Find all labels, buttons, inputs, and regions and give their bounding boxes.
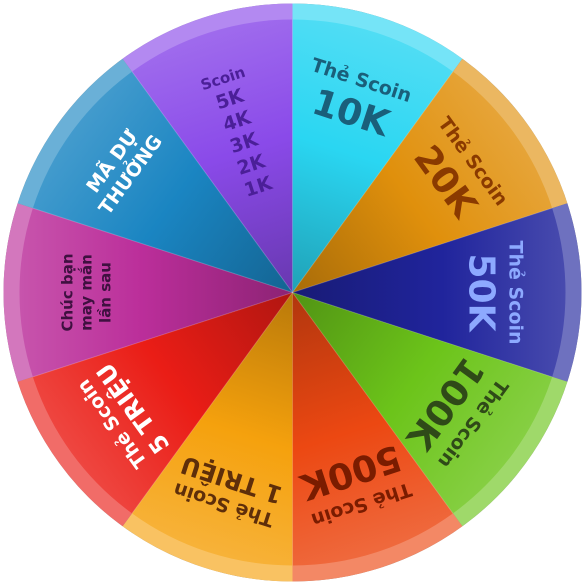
segment-text: Thẻ Scoin [504,240,526,344]
prize-wheel[interactable]: Thẻ Scoin 10K Thẻ Scoin 20K Thẻ Scoin 50K Thẻ … [0,0,585,585]
segment-label-the-scoin-50k: Thẻ Scoin50K [460,240,526,344]
segment-text: 50K [460,254,501,333]
segment-text: Chúc bạn [59,253,77,331]
segment-text: may mắn [77,254,96,331]
segment-text: lần sau [97,262,115,323]
prize-wheel-svg: Thẻ Scoin10K Thẻ Scoin20KThẻ Scoin50KThẻ … [3,3,582,582]
segment-label-chuc-ban-may-man: Chúc bạn may mắn lần sau [59,253,115,331]
